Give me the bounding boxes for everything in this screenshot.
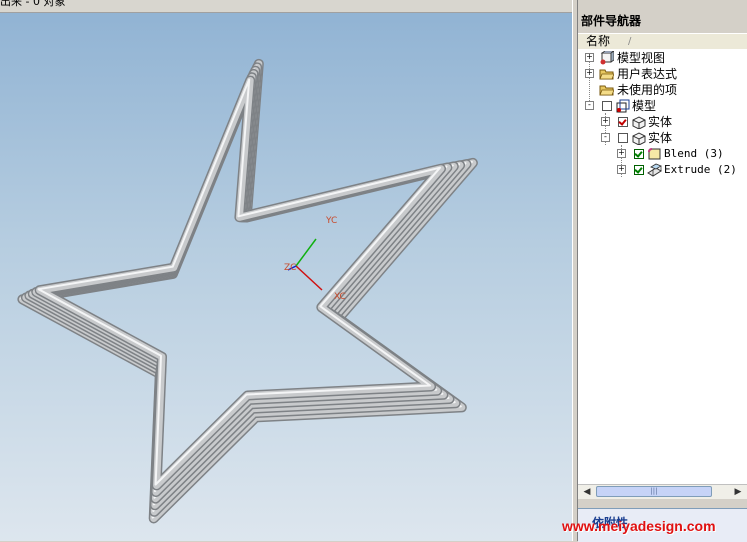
expand-icon[interactable]: + [617,149,626,158]
expand-icon[interactable]: + [617,165,626,174]
scroll-left-arrow-icon[interactable]: ◀ [581,486,593,498]
model-views-icon [600,51,614,65]
tree-item-label: 用户表达式 [617,67,678,81]
extrude-feature-icon [647,163,662,177]
tree-item-label: Extrude (2) [664,163,737,176]
feature-checkbox[interactable] [634,165,644,175]
visibility-checkbox[interactable] [618,117,628,127]
feature-checkbox[interactable] [634,149,644,159]
tree-item-user-expressions[interactable]: + 用户表达式 [578,66,747,82]
folder-icon [599,85,614,96]
axis-x-line [295,265,323,291]
tree-item-solid-body-2[interactable]: - 实体 [578,130,747,146]
collapse-icon[interactable]: - [601,133,610,142]
axis-label-zc: ZC [284,263,297,273]
tree-item-label: 实体 [648,115,673,129]
navigator-tree[interactable]: + 模型视图 + 用户表达式 未使用的项 - 模型 + 实体 - 实体 + Bl… [578,49,747,484]
tree-item-label: Blend (3) [664,147,724,160]
navigator-column-header[interactable]: 名称 / [578,33,747,50]
scrollbar-thumb[interactable]: ||| [596,486,712,497]
collapse-icon[interactable]: - [585,101,594,110]
visibility-checkbox[interactable] [618,133,628,143]
viewport-title: 出来 - 0 对象 [0,0,66,8]
tree-item-model[interactable]: - 模型 [578,98,747,114]
folder-icon [599,69,614,80]
column-name-header[interactable]: 名称 [586,34,610,49]
tree-item-label: 实体 [648,131,673,145]
watermark-text: www.meiyadesign.com [562,518,716,534]
tree-item-unused-items[interactable]: 未使用的项 [578,82,747,98]
tree-item-label: 未使用的项 [617,83,678,97]
expand-icon[interactable]: + [601,117,610,126]
solid-body-icon [632,132,646,145]
axis-y-line [295,238,317,267]
tree-item-label: 模型 [632,99,657,113]
tree-item-label: 模型视图 [617,51,666,65]
viewport-title-bar: 出来 - 0 对象 [0,0,572,13]
model-icon [616,99,630,113]
tree-item-extrude[interactable]: + Extrude (2) [578,162,747,178]
axis-label-xc: XC [334,292,346,302]
part-navigator: 部件导航器 名称 / + 模型视图 + 用户表达式 未使用的项 - 模型 + 实… [578,0,747,542]
tree-item-blend[interactable]: + Blend (3) [578,146,747,162]
navigator-horizontal-scrollbar[interactable]: ◀ ||| ▶ [578,484,747,499]
solid-body-icon [632,116,646,129]
scroll-right-arrow-icon[interactable]: ▶ [732,486,744,498]
tree-item-solid-body-1[interactable]: + 实体 [578,114,747,130]
graphics-viewport[interactable]: YC ZC XC 出来 - 0 对象 [0,0,572,541]
visibility-checkbox[interactable] [602,101,612,111]
tree-item-model-views[interactable]: + 模型视图 [578,50,747,66]
expand-icon[interactable]: + [585,53,594,62]
blend-feature-icon [648,148,661,160]
column-separator[interactable]: / [628,34,631,49]
tube-bundle [17,58,478,524]
axis-label-yc: YC [326,216,338,226]
expand-icon[interactable]: + [585,69,594,78]
navigator-title: 部件导航器 [581,14,642,28]
